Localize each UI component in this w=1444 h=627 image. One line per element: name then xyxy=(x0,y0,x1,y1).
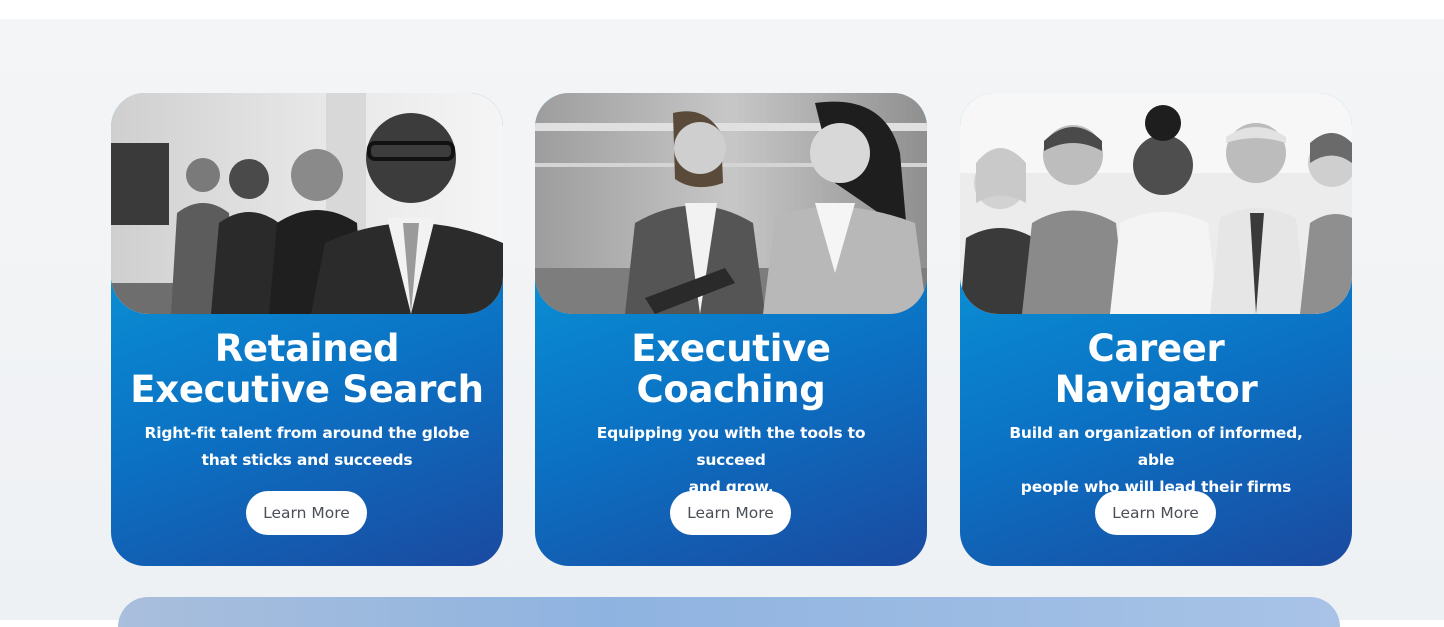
card-description-line: Build an organization of informed, able xyxy=(1009,424,1303,469)
service-card-career-navigator: Career Navigator Build an organization o… xyxy=(960,93,1352,566)
service-card-executive-coaching: Executive Coaching Equipping you with th… xyxy=(535,93,927,566)
card-title-line: Executive xyxy=(631,327,831,370)
coaching-conversation-photo xyxy=(535,93,927,314)
card-description-line: Right-fit talent from around the globe xyxy=(144,424,470,442)
service-card-retained-executive-search: Retained Executive Search Right-fit tale… xyxy=(111,93,503,566)
card-title-line: Executive Search xyxy=(130,368,484,411)
card-description: Build an organization of informed, able … xyxy=(990,420,1322,501)
card-description: Equipping you with the tools to succeed … xyxy=(565,420,897,501)
learn-more-button[interactable]: Learn More xyxy=(246,491,367,535)
card-title-line: Career xyxy=(1087,327,1225,370)
card-title-line: Retained xyxy=(214,327,400,370)
card-description-line: that sticks and succeeds xyxy=(201,451,413,469)
header-strip xyxy=(0,0,1444,19)
card-description-line: Equipping you with the tools to succeed xyxy=(596,424,866,469)
card-title: Executive Coaching xyxy=(535,328,927,410)
diverse-group-photo xyxy=(960,93,1352,314)
next-section-banner xyxy=(118,597,1340,627)
card-title: Retained Executive Search xyxy=(111,328,503,410)
learn-more-button[interactable]: Learn More xyxy=(1095,491,1216,535)
card-title: Career Navigator xyxy=(960,328,1352,410)
business-team-photo xyxy=(111,93,503,314)
learn-more-button[interactable]: Learn More xyxy=(670,491,791,535)
card-description: Right-fit talent from around the globe t… xyxy=(141,420,473,474)
services-section: Retained Executive Search Right-fit tale… xyxy=(0,19,1444,620)
card-title-line: Coaching xyxy=(636,368,826,411)
card-title-line: Navigator xyxy=(1054,368,1258,411)
